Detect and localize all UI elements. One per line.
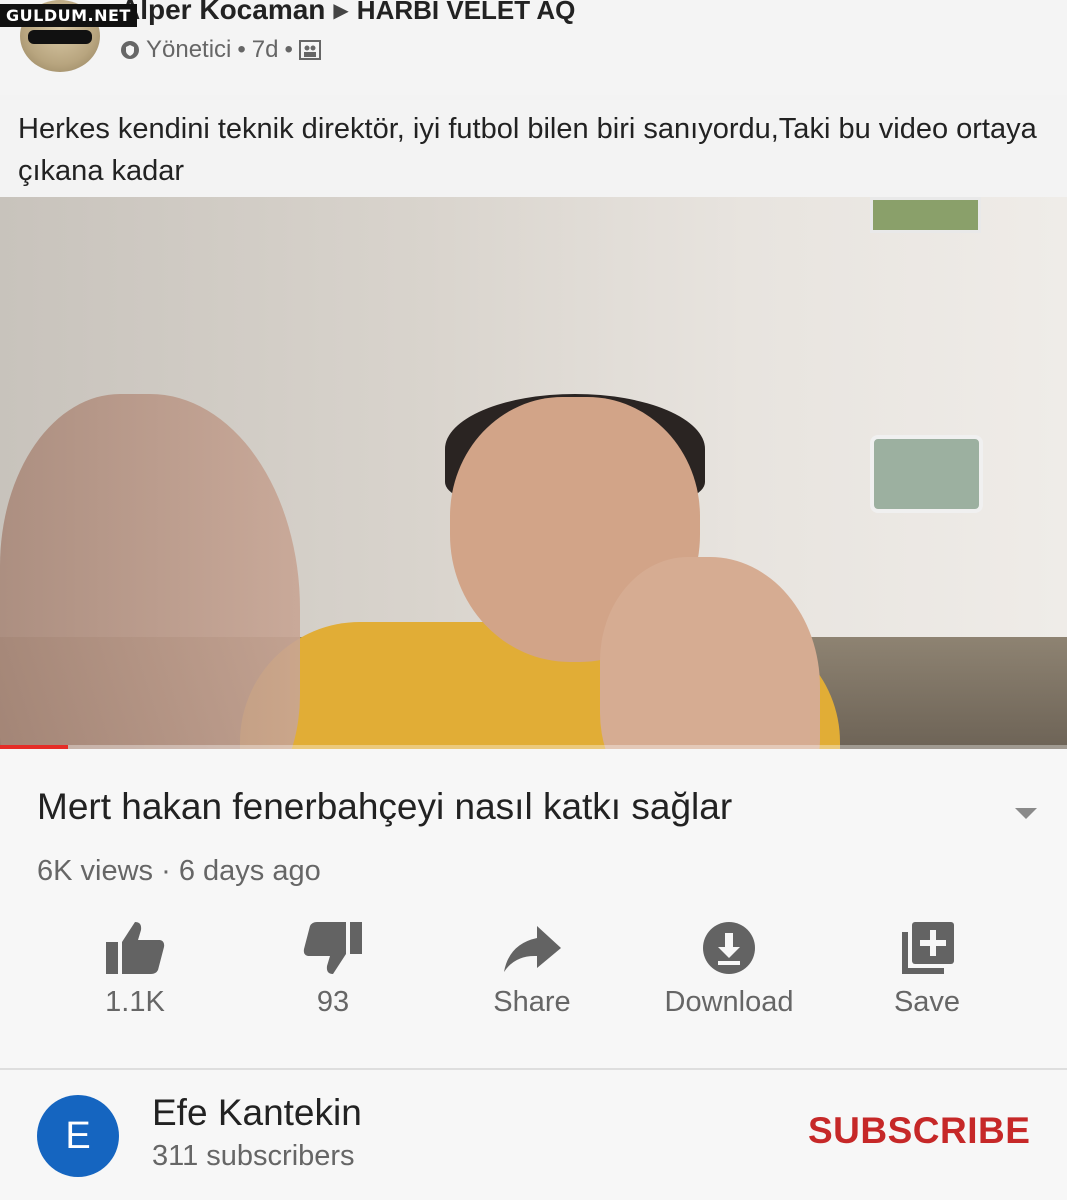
group-audience-icon (298, 40, 321, 60)
separator-dot: • (284, 36, 293, 63)
post-header: GULDUM.NET Alper Kocaman ▶ HARBI VELET AQ … (0, 0, 1067, 95)
subscriber-count: 311 subscribers (152, 1140, 355, 1172)
subscribe-button[interactable]: SUBSCRIBE (808, 1110, 1030, 1152)
dislike-count: 93 (316, 986, 350, 1018)
download-label: Download (664, 986, 794, 1018)
play-arrow-icon: ▶ (333, 0, 349, 22)
thumbs-up-icon (106, 922, 165, 974)
download-icon (703, 922, 755, 974)
video-player[interactable] (0, 197, 1067, 749)
like-button[interactable]: 1.1K (50, 920, 220, 1019)
video-title: Mert hakan fenerbahçeyi nasıl katkı sağl… (37, 786, 733, 827)
channel-name[interactable]: Efe Kantekin (152, 1092, 362, 1134)
separator-dot: • (237, 36, 246, 63)
post-time[interactable]: 7d (252, 36, 279, 64)
share-button[interactable]: Share (447, 920, 617, 1019)
blurred-hand (0, 394, 300, 749)
save-label: Save (893, 986, 961, 1018)
dislike-button[interactable]: 93 (248, 920, 418, 1019)
author-line: Alper Kocaman ▶ HARBI VELET AQ (120, 0, 575, 26)
post-meta: Yönetici • 7d • (120, 36, 321, 64)
watermark: GULDUM.NET (0, 4, 137, 27)
sunglasses-graphic (28, 30, 92, 44)
like-count: 1.1K (105, 986, 165, 1018)
add-to-playlist-icon (902, 922, 954, 974)
divider (0, 1068, 1067, 1070)
share-label: Share (493, 986, 571, 1018)
raised-hand (600, 557, 820, 749)
share-arrow-icon (504, 926, 561, 972)
author-name[interactable]: Alper Kocaman (120, 0, 325, 25)
expand-chevron-icon[interactable] (1015, 808, 1037, 819)
role-label: Yönetici (146, 36, 232, 63)
thumbs-down-icon (303, 922, 362, 974)
wall-picture (870, 197, 981, 233)
post-caption: Herkes kendini teknik direktör, iyi futb… (18, 113, 1037, 187)
group-name[interactable]: HARBI VELET AQ (357, 0, 576, 25)
view-count: 6K views · 6 days ago (37, 855, 321, 887)
channel-avatar[interactable]: E (37, 1095, 119, 1177)
shield-icon (121, 41, 139, 59)
save-button[interactable]: Save (842, 920, 1012, 1019)
wall-picture (870, 435, 983, 513)
download-button[interactable]: Download (644, 920, 814, 1019)
